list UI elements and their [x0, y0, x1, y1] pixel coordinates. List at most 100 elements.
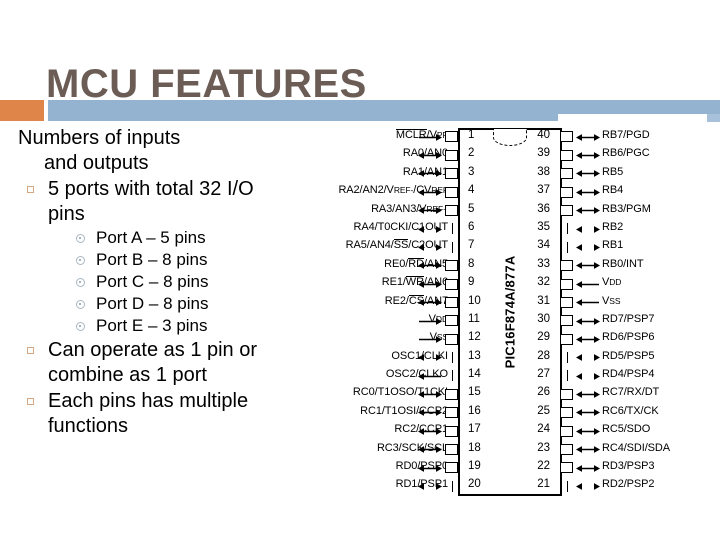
pin-pad-right	[567, 352, 568, 364]
pin-pad-right	[560, 462, 573, 474]
pin-pad-left	[445, 296, 458, 308]
pin-arrow-right	[576, 262, 600, 270]
pin-number-left: 14	[468, 368, 481, 381]
pin-row: OSC2/CLKO 14 27 RD4/PSP4	[282, 367, 720, 385]
pin-row: RE0/RD/AN5 8 33 RB0/INT	[282, 257, 720, 275]
pin-pad-right	[567, 370, 568, 382]
pin-arrow-right	[576, 409, 600, 417]
pin-arrow-right	[576, 299, 600, 307]
pin-pad-right	[560, 315, 573, 327]
pin-pad-left	[452, 370, 453, 382]
pin-arrow-right	[576, 170, 600, 178]
pin-arrow-left	[418, 391, 442, 398]
pin-number-left: 20	[468, 478, 481, 491]
pin-pad-left	[445, 204, 458, 216]
pin-pad-right	[567, 223, 568, 235]
pin-number-right: 27	[537, 368, 550, 381]
pin-label-right: RC7/RX/DT	[602, 386, 660, 399]
pin-label-right: RB3/PGM	[602, 202, 651, 215]
pin-number-right: 34	[537, 239, 550, 252]
pin-pad-left	[445, 260, 458, 272]
pin-arrow-right	[576, 372, 600, 380]
pin-pad-right	[560, 425, 573, 437]
pin-number-right: 36	[537, 202, 550, 215]
pin-row-container: MCLR/VPP 1 40 RB7/PGD RA0/AN0 2 39 RB6/PGC RA1/A…	[282, 128, 720, 496]
pin-label-right: RD6/PSP6	[602, 331, 655, 344]
sub-bullet-item: Port C – 8 pins	[48, 271, 280, 293]
pin-row: RA1/AN1 3 38 RB5	[282, 165, 720, 183]
sub-bullet-text: Port A – 5 pins	[96, 228, 206, 247]
pin-number-left: 8	[468, 257, 475, 270]
circle-bullet-icon	[76, 278, 85, 287]
pin-pad-right	[560, 186, 573, 198]
pin-number-right: 40	[537, 129, 550, 141]
pin-number-right: 24	[537, 423, 550, 436]
pin-pad-right	[560, 131, 573, 143]
pin-pad-right	[560, 444, 573, 456]
pin-row: RE2/CS/AN7 10 31 VSS	[282, 294, 720, 312]
sub-bullet-item: Port E – 3 pins	[48, 315, 280, 337]
pin-arrow-left	[418, 409, 442, 417]
pin-arrow-right	[576, 391, 600, 398]
pin-label-right: RB2	[602, 220, 624, 233]
pin-number-left: 4	[468, 184, 475, 197]
pin-row: RD1/PSP12021RD2/PSP2	[282, 477, 720, 495]
pin-number-left: 10	[468, 294, 481, 307]
pin-row: RC0/T1OSO/T1CKI 15 26 RC7/RX/DT	[282, 385, 720, 403]
pin-arrow-left	[418, 262, 442, 270]
pin-pad-left	[445, 444, 458, 456]
pin-arrow-left	[418, 207, 442, 215]
pin-number-left: 7	[468, 239, 475, 252]
sub-bullet-item: Port D – 8 pins	[48, 293, 280, 315]
pin-number-left: 19	[468, 460, 481, 473]
pin-pad-left	[445, 315, 458, 327]
pin-number-right: 26	[537, 386, 550, 399]
bullet-text: Can operate as 1 pin or combine as 1 por…	[48, 339, 258, 386]
pin-pad-right	[560, 260, 573, 272]
pin-pad-right	[567, 480, 568, 492]
sub-bullet-item: Port A – 5 pins	[48, 227, 280, 249]
pin-pad-right	[560, 278, 573, 290]
square-bullet-icon	[27, 398, 34, 405]
pin-label-right: RB7/PGD	[602, 129, 650, 141]
pin-pad-left	[445, 149, 458, 161]
pin-number-left: 13	[468, 349, 481, 362]
pin-pad-left	[445, 425, 458, 437]
pin-pad-right	[560, 296, 573, 308]
accent-bar-blue	[48, 100, 558, 121]
pin-arrow-left	[418, 225, 442, 233]
accent-bar-blue-thin	[558, 100, 720, 114]
pin-label-right: RD2/PSP2	[602, 478, 655, 491]
pin-number-left: 9	[468, 276, 475, 289]
pin-label-right: RC4/SDI/SDA	[602, 441, 670, 454]
pin-arrow-right	[576, 464, 600, 472]
pin-pad-left	[445, 462, 458, 474]
pin-row: RA2/AN2/VREF-/CVREF437RB4	[282, 183, 720, 201]
pin-number-right: 38	[537, 165, 550, 178]
pin-number-left: 16	[468, 404, 481, 417]
pin-label-right: RC6/TX/CK	[602, 404, 659, 417]
pin-row: MCLR/VPP 1 40 RB7/PGD	[282, 128, 720, 146]
pin-row: VDD 11 30 RD7/PSP7	[282, 312, 720, 330]
sub-bullet-text: Port B – 8 pins	[96, 250, 208, 269]
pin-label-right: RC5/SDO	[602, 423, 651, 436]
pin-label-right: RD5/PSP5	[602, 349, 655, 362]
pin-label-right: RB0/INT	[602, 257, 644, 270]
pin-label-right: RB1	[602, 239, 624, 252]
pin-pad-right	[560, 168, 573, 180]
pin-pad-left	[452, 223, 453, 235]
pin-arrow-left	[418, 317, 442, 325]
pin-label-right: VDD	[602, 276, 622, 289]
pin-number-right: 22	[537, 460, 550, 473]
pin-arrow-left	[418, 244, 442, 251]
pin-arrow-left	[418, 170, 442, 178]
pin-arrow-left	[418, 299, 442, 307]
pin-arrow-left	[418, 464, 442, 472]
pin-arrow-left	[418, 354, 442, 362]
pin-label-right: RB5	[602, 165, 624, 178]
pin-number-right: 33	[537, 257, 550, 270]
pin-label-right: RD7/PSP7	[602, 312, 655, 325]
pin-pad-left	[452, 480, 453, 492]
bullet-item: 5 ports with total 32 I/O pins Port A – …	[18, 177, 280, 337]
circle-bullet-icon	[76, 300, 85, 309]
